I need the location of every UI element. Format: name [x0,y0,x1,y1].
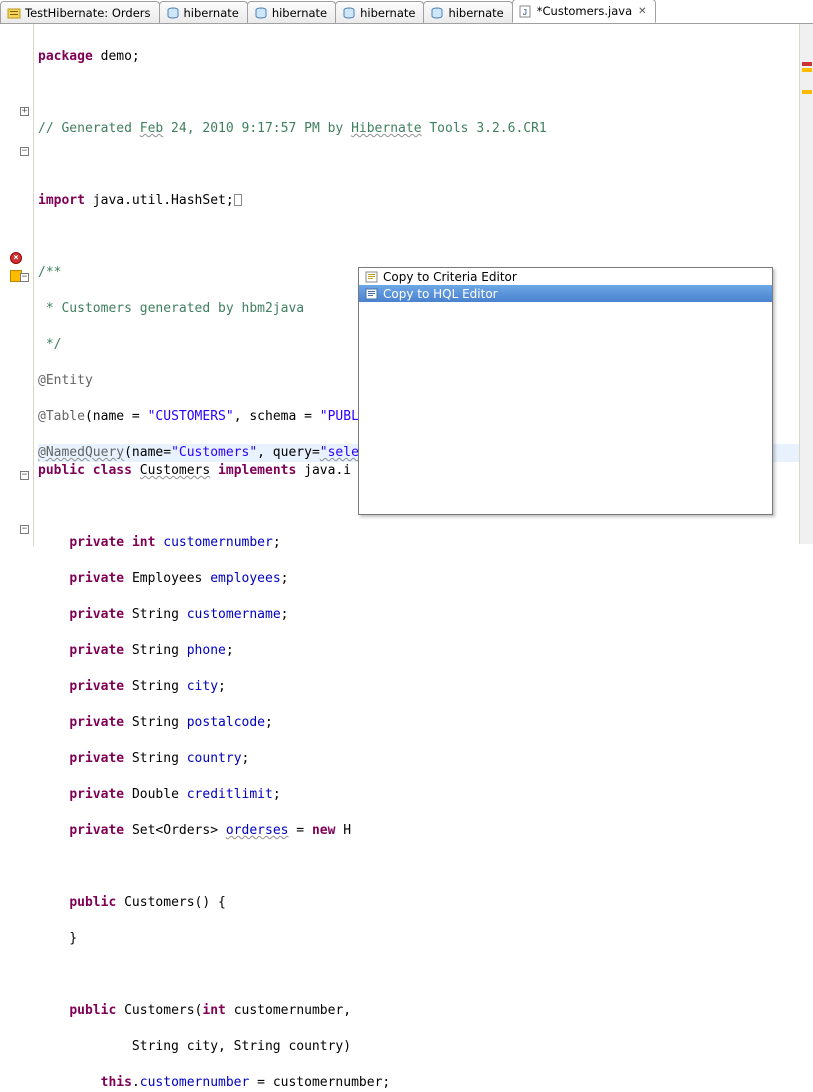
keyword: private [69,571,124,586]
tab-customers-java[interactable]: J *Customers.java ✕ [512,0,656,23]
editor-icon [365,287,379,301]
svg-text:J: J [522,8,527,18]
overview-ruler[interactable] [799,24,813,544]
javadoc: /** [38,265,61,280]
type: Employees [132,571,202,586]
keyword: public [69,1003,116,1018]
ruler-warn-mark[interactable] [802,68,812,72]
code-text: , schema = [234,409,320,424]
close-icon[interactable]: ✕ [638,6,646,17]
keyword: private [69,715,124,730]
code-text: customernumber, [226,1003,351,1018]
tab-hibernate-3[interactable]: hibernate [335,1,424,23]
keyword: implements [218,463,296,478]
field: city [187,679,218,694]
annotation: @Table [38,409,85,424]
menu-item-copy-hql[interactable]: Copy to HQL Editor [359,285,772,302]
keyword: private [69,823,124,838]
code-text: demo; [93,49,140,64]
tab-testhibernate-orders[interactable]: TestHibernate: Orders [0,1,160,23]
class-name: Customers [140,463,210,478]
field: orderses [226,823,289,838]
menu-item-copy-criteria[interactable]: Copy to Criteria Editor [359,268,772,285]
ruler-error-mark[interactable] [802,62,812,66]
editor-gutter[interactable]: + × − − − − [0,24,34,546]
keyword: int [132,535,155,550]
tab-label: hibernate [448,6,503,20]
keyword: package [38,49,93,64]
fold-collapse-icon[interactable]: − [20,471,29,480]
keyword: int [202,1003,225,1018]
error-marker[interactable]: × [8,250,24,266]
code-text: java.i [296,463,351,478]
annotation: @NamedQuery [38,445,124,460]
code-text: = customernumber; [249,1075,390,1090]
javadoc: * Customers generated by hbm2java [38,301,304,316]
type: Set<Orders> [132,823,218,838]
editor-icon [365,270,379,284]
tab-label: TestHibernate: Orders [25,6,151,20]
keyword: private [69,535,124,550]
tab-label: hibernate [184,6,239,20]
context-menu: Copy to Criteria Editor Copy to HQL Edit… [358,267,773,515]
fold-collapse-icon[interactable]: − [20,273,29,282]
field: postalcode [187,715,265,730]
tab-hibernate-4[interactable]: hibernate [423,1,512,23]
keyword: private [69,787,124,802]
string-literal: "Customers" [171,445,257,460]
keyword: private [69,679,124,694]
keyword: private [69,643,124,658]
fold-collapse-icon[interactable]: − [20,525,29,534]
field: employees [210,571,280,586]
string-literal: "CUSTOMERS" [148,409,234,424]
tab-hibernate-1[interactable]: hibernate [159,1,248,23]
keyword: import [38,193,85,208]
code-text: , query= [257,445,320,460]
code-text: Customers( [124,1003,202,1018]
ruler-warn-mark[interactable] [802,90,812,94]
field: phone [187,643,226,658]
db-icon [342,6,356,20]
code-text: Customers() { [124,895,226,910]
db-icon [254,6,268,20]
keyword: new [312,823,335,838]
hql-icon [7,6,21,20]
keyword: private [69,607,124,622]
code-text: H [335,823,351,838]
keyword: public [69,895,116,910]
folded-imports-box[interactable] [234,194,242,206]
java-icon: J [519,4,533,18]
tab-label: hibernate [360,6,415,20]
type: Double [132,787,179,802]
fold-collapse-icon[interactable]: − [20,147,29,156]
code-text: String city, String country) [132,1039,351,1054]
tab-label: hibernate [272,6,327,20]
annotation: @Entity [38,373,93,388]
field: customernumber [140,1075,250,1090]
field: country [187,751,242,766]
keyword: class [93,463,132,478]
fold-expand-icon[interactable]: + [20,107,29,116]
menu-item-label: Copy to HQL Editor [383,287,498,301]
db-icon [430,6,444,20]
keyword: this [101,1075,132,1090]
tab-hibernate-2[interactable]: hibernate [247,1,336,23]
javadoc: */ [38,337,61,352]
keyword: private [69,751,124,766]
field: customername [187,607,281,622]
code-text: (name= [124,445,171,460]
comment: // Generated Feb 24, 2010 9:17:57 PM by … [38,121,547,136]
tab-label: *Customers.java [537,4,632,18]
code-text: (name = [85,409,148,424]
menu-item-label: Copy to Criteria Editor [383,270,517,284]
field: creditlimit [187,787,273,802]
keyword: public [38,463,85,478]
code-text: java.util.HashSet; [85,193,234,208]
editor-tab-bar: TestHibernate: Orders hibernate hibernat… [0,0,813,24]
field: customernumber [163,535,273,550]
db-icon [166,6,180,20]
